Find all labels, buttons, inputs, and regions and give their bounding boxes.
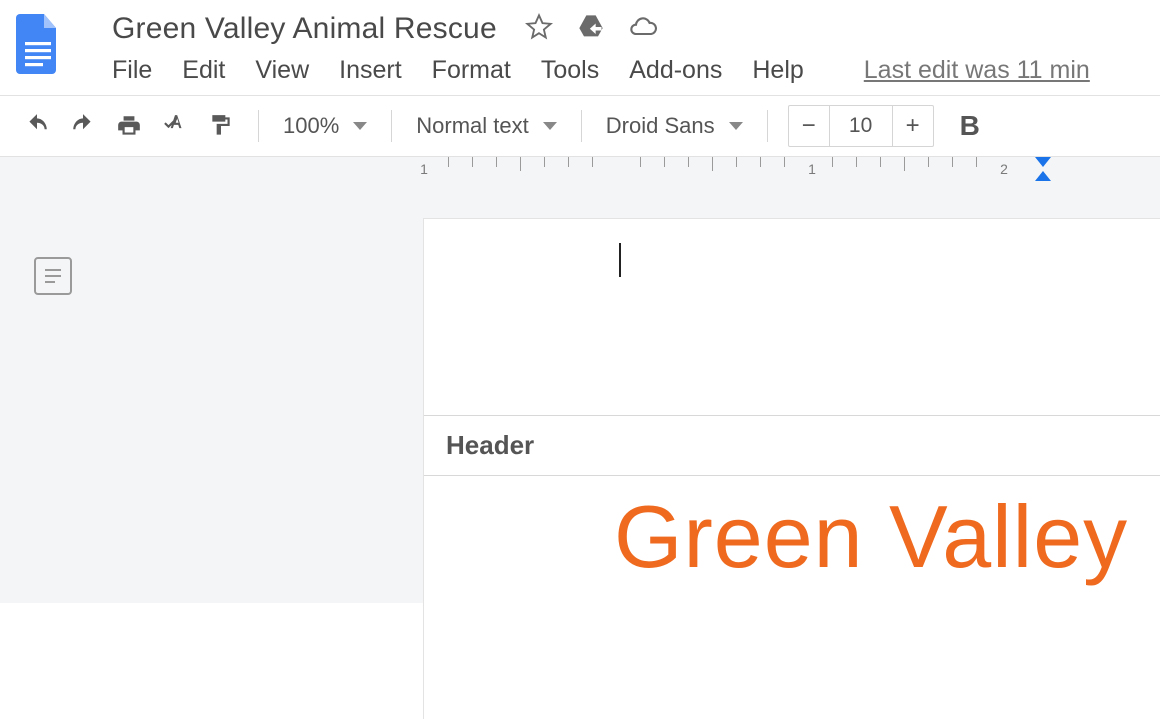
- header-region[interactable]: Header: [424, 415, 1160, 476]
- menu-addons[interactable]: Add-ons: [629, 56, 722, 85]
- menu-bar: File Edit View Insert Format Tools Add-o…: [64, 52, 1160, 95]
- separator: [258, 110, 259, 142]
- document-title[interactable]: Green Valley Animal Rescue: [112, 12, 497, 46]
- paragraph-style-dropdown[interactable]: Normal text: [406, 113, 566, 139]
- font-size-decrease[interactable]: −: [789, 106, 829, 146]
- menu-view[interactable]: View: [255, 56, 309, 85]
- text-cursor: [619, 243, 621, 277]
- chevron-down-icon: [543, 122, 557, 130]
- move-to-drive-icon[interactable]: [577, 13, 605, 46]
- print-button[interactable]: [106, 107, 152, 145]
- star-icon[interactable]: [525, 13, 553, 46]
- separator: [581, 110, 582, 142]
- ruler-number: 1: [420, 161, 428, 177]
- chevron-down-icon: [353, 122, 367, 130]
- indent-marker-icon[interactable]: [1035, 171, 1051, 181]
- font-dropdown[interactable]: Droid Sans: [596, 113, 753, 139]
- ruler-number: 1: [808, 161, 816, 177]
- font-value: Droid Sans: [606, 113, 715, 139]
- undo-button[interactable]: [14, 107, 60, 145]
- toolbar: 100% Normal text Droid Sans − + B: [0, 96, 1160, 156]
- document-outline-button[interactable]: [34, 257, 72, 295]
- menu-insert[interactable]: Insert: [339, 56, 402, 85]
- font-size-stepper: − +: [788, 105, 934, 147]
- menu-tools[interactable]: Tools: [541, 56, 599, 85]
- separator: [767, 110, 768, 142]
- horizontal-ruler[interactable]: 1 1 2: [424, 157, 1160, 183]
- menu-format[interactable]: Format: [432, 56, 511, 85]
- docs-app-icon[interactable]: [12, 8, 64, 78]
- bold-button[interactable]: B: [950, 110, 990, 142]
- spellcheck-button[interactable]: [152, 107, 198, 145]
- document-page[interactable]: Header Green Valley: [424, 219, 1160, 719]
- paint-format-button[interactable]: [198, 107, 244, 145]
- document-heading-text[interactable]: Green Valley: [424, 476, 1160, 588]
- menu-edit[interactable]: Edit: [182, 56, 225, 85]
- zoom-dropdown[interactable]: 100%: [273, 113, 377, 139]
- cloud-status-icon[interactable]: [629, 13, 657, 46]
- header-label: Header: [424, 416, 1160, 475]
- zoom-value: 100%: [283, 113, 339, 139]
- ruler-number: 2: [1000, 161, 1008, 177]
- menu-help[interactable]: Help: [752, 56, 803, 85]
- redo-button[interactable]: [60, 107, 106, 145]
- font-size-input[interactable]: [829, 106, 893, 146]
- style-value: Normal text: [416, 113, 528, 139]
- separator: [391, 110, 392, 142]
- menu-file[interactable]: File: [112, 56, 152, 85]
- chevron-down-icon: [729, 122, 743, 130]
- last-edit-link[interactable]: Last edit was 11 min: [864, 56, 1090, 85]
- font-size-increase[interactable]: +: [893, 106, 933, 146]
- indent-marker-icon[interactable]: [1035, 157, 1051, 167]
